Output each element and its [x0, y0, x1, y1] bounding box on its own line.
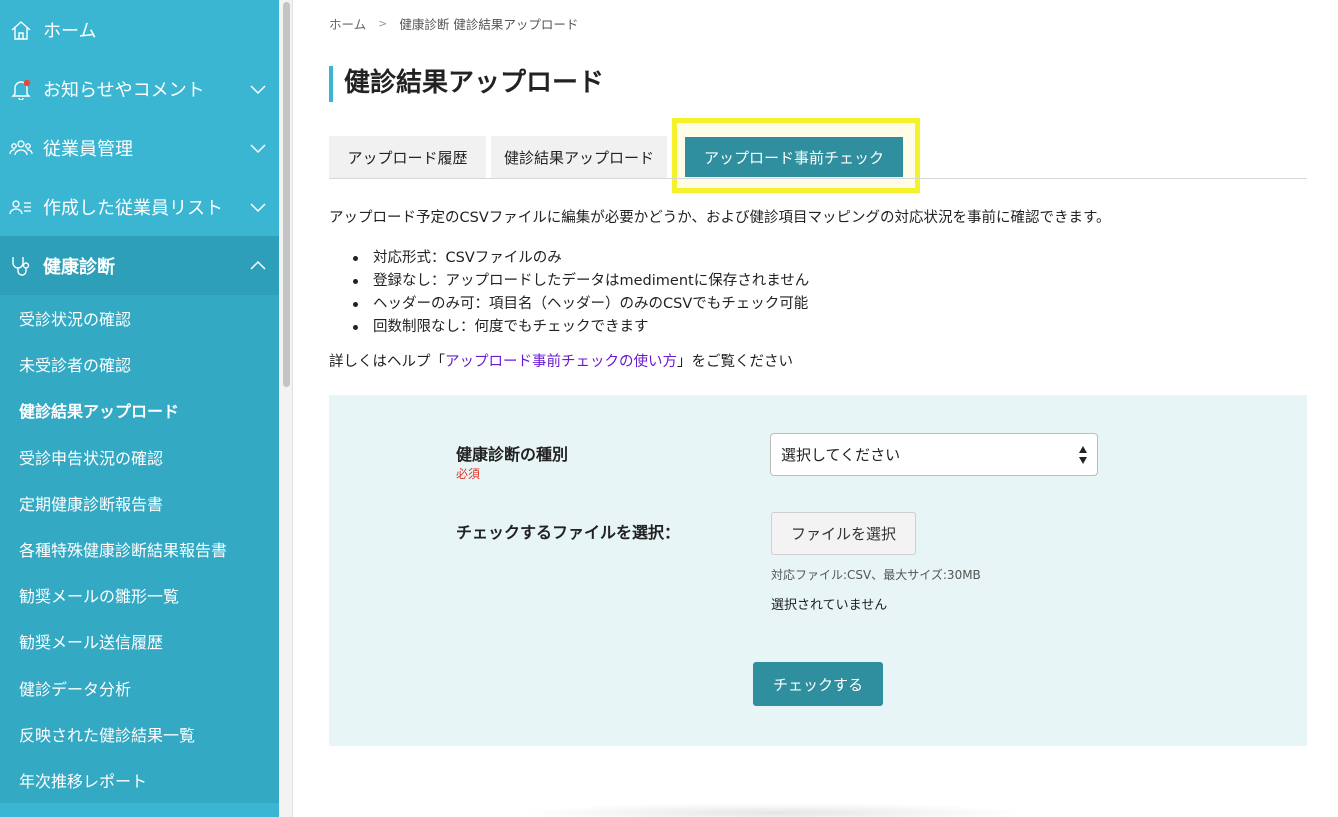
- help-prefix: 詳しくはヘルプ「: [329, 354, 445, 370]
- file-status-text: 選択されていません: [771, 598, 888, 613]
- chevron-down-icon: [250, 202, 266, 212]
- choose-file-button[interactable]: ファイルを選択: [771, 512, 916, 555]
- sidebar-item-mail-templates[interactable]: 勧奨メールの雛形一覧: [0, 572, 279, 618]
- breadcrumb: ホーム > 健康診断 健診結果アップロード: [329, 14, 578, 33]
- checkup-submenu: 受診状況の確認 未受診者の確認 健診結果アップロード 受診申告状況の確認 定期健…: [0, 295, 279, 804]
- sidebar-item-label: ホーム: [43, 20, 97, 42]
- sidebar-item-data-analysis[interactable]: 健診データ分析: [0, 665, 279, 711]
- sidebar-item-declaration-status[interactable]: 受診申告状況の確認: [0, 434, 279, 480]
- tab-result-upload[interactable]: 健診結果アップロード: [491, 136, 667, 178]
- bell-icon: [9, 77, 33, 101]
- checkup-type-label: 健康診断の種別: [456, 445, 569, 464]
- sidebar-item-unexamined[interactable]: 未受診者の確認: [0, 341, 279, 387]
- sidebar: ホーム お知らせやコメント 従業員管理 作成した従業員リスト 健康診断 受診状況…: [0, 0, 279, 817]
- home-icon: [9, 18, 33, 42]
- bottom-shadow: [519, 803, 1029, 817]
- breadcrumb-separator: >: [378, 17, 388, 30]
- help-suffix: 」をご覧ください: [677, 354, 793, 370]
- breadcrumb-current: 健康診断 健診結果アップロード: [399, 17, 579, 32]
- pre-check-form: 健康診断の種別 必須 選択してください チェックするファイルを選択： ファイルを…: [329, 395, 1307, 746]
- chevron-up-icon: [250, 260, 266, 270]
- sidebar-item-label: 健康診断: [43, 256, 115, 278]
- sidebar-item-result-upload[interactable]: 健診結果アップロード: [0, 387, 279, 433]
- chevron-down-icon: [250, 143, 266, 153]
- sidebar-item-periodic-report[interactable]: 定期健康診断報告書: [0, 480, 279, 526]
- main-content: ホーム > 健康診断 健診結果アップロード 健診結果アップロード アップロード履…: [294, 0, 1338, 817]
- sidebar-scrollbar[interactable]: [279, 0, 293, 817]
- sidebar-item-lists[interactable]: 作成した従業員リスト: [0, 177, 279, 236]
- sidebar-item-employees[interactable]: 従業員管理: [0, 118, 279, 177]
- select-value: 選択してください: [781, 446, 901, 464]
- list-item: 対応形式：CSVファイルのみ: [349, 247, 809, 270]
- scrollbar-thumb[interactable]: [283, 2, 290, 387]
- people-icon: [9, 136, 33, 160]
- list-item: ヘッダーのみ可：項目名（ヘッダー）のみのCSVでもチェック可能: [349, 293, 809, 316]
- file-select-label: チェックするファイルを選択：: [456, 523, 681, 542]
- select-arrows-icon: [1079, 446, 1087, 464]
- file-format-note: 対応ファイル:CSV、最大サイズ:30MB: [771, 568, 981, 582]
- check-button[interactable]: チェックする: [753, 662, 883, 706]
- sidebar-item-mail-history[interactable]: 勧奨メール送信履歴: [0, 618, 279, 664]
- list-item: 登録なし：アップロードしたデータはmedimentに保存されません: [349, 270, 809, 293]
- sidebar-item-reflected-results[interactable]: 反映された健診結果一覧: [0, 711, 279, 757]
- sidebar-item-checkup[interactable]: 健康診断: [0, 236, 279, 295]
- help-link[interactable]: アップロード事前チェックの使い方: [445, 354, 677, 370]
- stethoscope-icon: [9, 254, 33, 278]
- sidebar-item-notifications[interactable]: お知らせやコメント: [0, 59, 279, 118]
- list-item: 回数制限なし：何度でもチェックできます: [349, 316, 809, 339]
- help-text: 詳しくはヘルプ「アップロード事前チェックの使い方」をご覧ください: [329, 350, 793, 371]
- page-title: 健診結果アップロード: [329, 66, 604, 102]
- sidebar-item-exam-status[interactable]: 受診状況の確認: [0, 295, 279, 341]
- required-badge: 必須: [456, 467, 481, 481]
- feature-list: 対応形式：CSVファイルのみ 登録なし：アップロードしたデータはmediment…: [349, 247, 809, 339]
- tab-bar: アップロード履歴 健診結果アップロード アップロード事前チェック: [329, 136, 1307, 179]
- sidebar-item-home[interactable]: ホーム: [0, 0, 279, 59]
- breadcrumb-home[interactable]: ホーム: [329, 14, 366, 33]
- sidebar-item-special-report[interactable]: 各種特殊健康診断結果報告書: [0, 526, 279, 572]
- sidebar-item-label: 作成した従業員リスト: [43, 197, 223, 219]
- sidebar-item-label: 従業員管理: [43, 138, 133, 160]
- checkup-type-select[interactable]: 選択してください: [770, 433, 1098, 476]
- user-list-icon: [9, 195, 33, 219]
- chevron-down-icon: [250, 84, 266, 94]
- description-text: アップロード予定のCSVファイルに編集が必要かどうか、および健診項目マッピングの…: [329, 210, 1111, 226]
- tab-pre-check[interactable]: アップロード事前チェック: [685, 137, 903, 177]
- tab-upload-history[interactable]: アップロード履歴: [329, 136, 486, 178]
- sidebar-item-label: お知らせやコメント: [43, 79, 205, 101]
- sidebar-item-annual-report[interactable]: 年次推移レポート: [0, 757, 279, 803]
